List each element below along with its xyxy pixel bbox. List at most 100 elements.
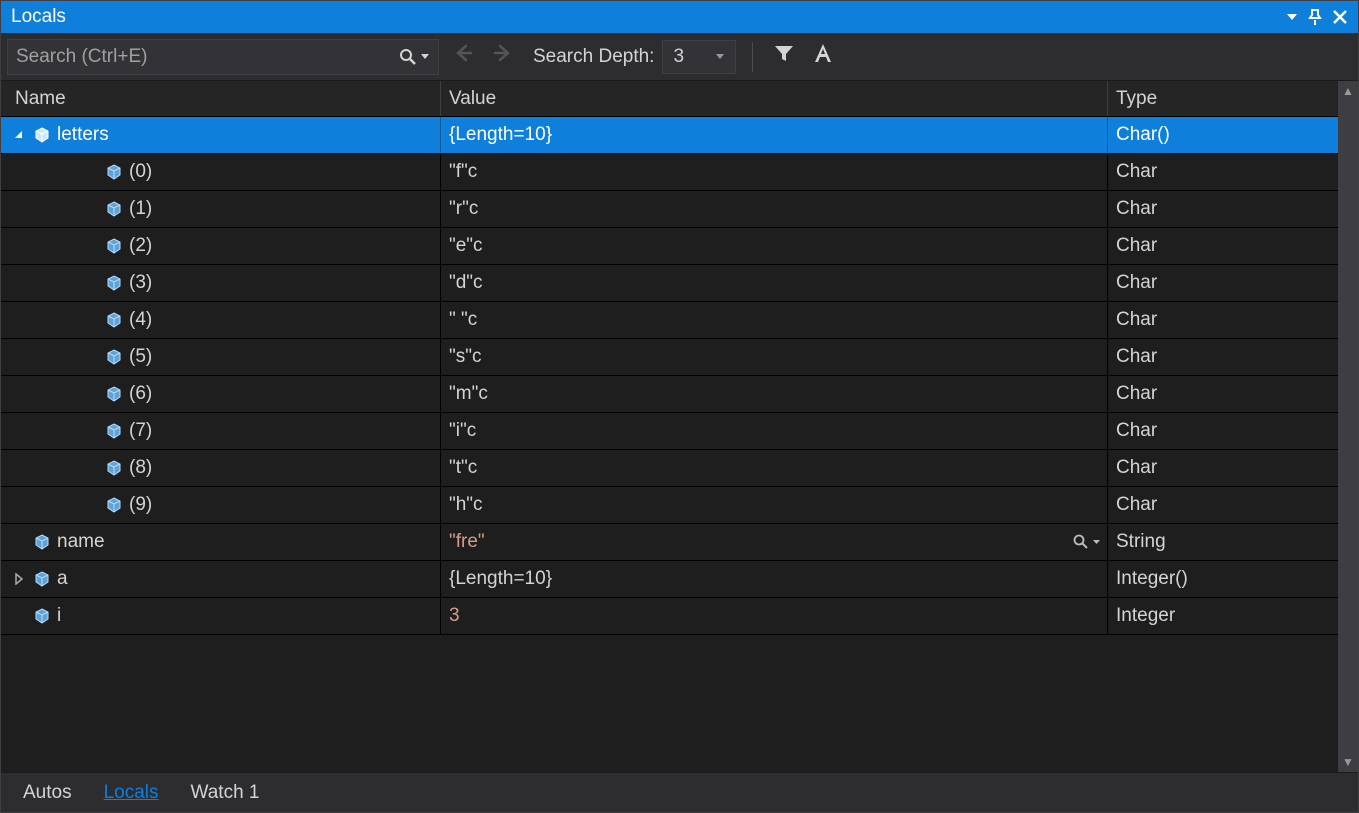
row-value-cell[interactable]: "t"c (441, 450, 1108, 486)
variable-type: Char (1116, 272, 1157, 294)
expander-collapsed-icon[interactable] (11, 571, 27, 587)
toolbar-separator (752, 42, 753, 72)
variable-value: "d"c (449, 272, 483, 294)
row-value-cell[interactable]: "fre" (441, 524, 1108, 560)
visualizer-icon[interactable] (1072, 533, 1101, 551)
table-row[interactable]: (0)"f"c Char (1, 154, 1338, 191)
row-name-cell[interactable]: (8) (1, 450, 441, 486)
row-type-cell: Integer (1108, 598, 1338, 634)
titlebar-controls (1286, 8, 1348, 26)
variable-type: Char (1116, 457, 1157, 479)
variable-value: " "c (449, 309, 477, 331)
row-value-cell[interactable]: "m"c (441, 376, 1108, 412)
tab-watch-1[interactable]: Watch 1 (177, 776, 274, 810)
row-value-cell[interactable]: "h"c (441, 487, 1108, 523)
row-value-cell[interactable]: "d"c (441, 265, 1108, 301)
variable-type: Char (1116, 420, 1157, 442)
row-name-cell[interactable]: letters (1, 117, 441, 153)
scroll-down-icon[interactable]: ▼ (1342, 755, 1354, 769)
row-name-cell[interactable]: (6) (1, 376, 441, 412)
grid-body: letters {Length=10} Char() (0)"f"c Char (1)… (1, 117, 1338, 635)
table-row[interactable]: (6) "m"c Char (1, 376, 1338, 413)
window-position-icon[interactable] (1286, 12, 1298, 22)
variable-value: "m"c (449, 383, 488, 405)
variable-type: Char() (1116, 124, 1170, 146)
variable-icon (105, 459, 123, 477)
row-type-cell: Char (1108, 228, 1338, 264)
variable-name: (5) (129, 346, 152, 368)
search-icon[interactable] (398, 47, 430, 67)
column-header-name[interactable]: Name (1, 81, 441, 116)
row-value-cell[interactable]: "r"c (441, 191, 1108, 227)
search-input[interactable] (16, 46, 398, 68)
table-row[interactable]: name"fre" String (1, 524, 1338, 561)
row-value-cell[interactable]: 3 (441, 598, 1108, 634)
row-type-cell: Char (1108, 376, 1338, 412)
tab-locals[interactable]: Locals (90, 776, 173, 810)
search-prev-icon[interactable] (447, 41, 479, 72)
variable-name: (3) (129, 272, 152, 294)
vertical-scrollbar[interactable]: ▲ ▼ (1338, 81, 1358, 772)
table-row[interactable]: (3) "d"c Char (1, 265, 1338, 302)
row-value-cell[interactable]: {Length=10} (441, 117, 1108, 153)
row-value-cell[interactable]: "f"c (441, 154, 1108, 190)
table-row[interactable]: (5)"s"cChar (1, 339, 1338, 376)
search-depth-select[interactable]: 3 (662, 40, 736, 74)
toolbar: Search Depth: 3 (1, 33, 1358, 81)
search-box[interactable] (7, 39, 439, 75)
variable-icon (105, 348, 123, 366)
table-row[interactable]: (7)"i"c Char (1, 413, 1338, 450)
filter-icon[interactable] (769, 42, 799, 71)
variable-icon (105, 311, 123, 329)
row-name-cell[interactable]: (5) (1, 339, 441, 375)
variable-name: a (57, 568, 68, 590)
table-row[interactable]: (1)"r"cChar (1, 191, 1338, 228)
row-name-cell[interactable]: a (1, 561, 441, 597)
grid-header: Name Value Type (1, 81, 1338, 117)
search-next-icon[interactable] (487, 41, 519, 72)
variable-icon (105, 496, 123, 514)
pin-icon[interactable] (1308, 8, 1322, 26)
row-name-cell[interactable]: (3) (1, 265, 441, 301)
row-name-cell[interactable]: (0) (1, 154, 441, 190)
row-value-cell[interactable]: "s"c (441, 339, 1108, 375)
variable-icon (105, 237, 123, 255)
row-value-cell[interactable]: " "c (441, 302, 1108, 338)
close-icon[interactable] (1332, 9, 1348, 25)
table-row[interactable]: (2) "e"c Char (1, 228, 1338, 265)
table-row[interactable]: a{Length=10}Integer() (1, 561, 1338, 598)
text-format-icon[interactable] (807, 41, 839, 72)
variable-type: Char (1116, 309, 1157, 331)
row-name-cell[interactable]: i (1, 598, 441, 634)
variable-value: "r"c (449, 198, 478, 220)
table-row[interactable]: letters {Length=10} Char() (1, 117, 1338, 154)
table-row[interactable]: (4) " "c Char (1, 302, 1338, 339)
row-value-cell[interactable]: {Length=10} (441, 561, 1108, 597)
table-row[interactable]: i3 Integer (1, 598, 1338, 635)
scroll-up-icon[interactable]: ▲ (1342, 84, 1354, 98)
variable-type: Char (1116, 161, 1157, 183)
variable-name: letters (57, 124, 109, 146)
row-name-cell[interactable]: name (1, 524, 441, 560)
row-name-cell[interactable]: (4) (1, 302, 441, 338)
tab-autos[interactable]: Autos (9, 776, 86, 810)
variable-type: Integer (1116, 605, 1175, 627)
row-name-cell[interactable]: (2) (1, 228, 441, 264)
row-name-cell[interactable]: (7) (1, 413, 441, 449)
variable-icon (33, 126, 51, 144)
expander-expanded-icon[interactable] (11, 127, 27, 143)
table-row[interactable]: (8)"t"c Char (1, 450, 1338, 487)
row-name-cell[interactable]: (1) (1, 191, 441, 227)
variable-icon (105, 385, 123, 403)
variable-value: {Length=10} (449, 568, 552, 590)
row-value-cell[interactable]: "i"c (441, 413, 1108, 449)
variable-icon (105, 274, 123, 292)
row-type-cell: Char (1108, 154, 1338, 190)
table-row[interactable]: (9)"h"cChar (1, 487, 1338, 524)
variable-value: "e"c (449, 235, 483, 257)
variable-icon (33, 607, 51, 625)
column-header-type[interactable]: Type (1108, 81, 1338, 116)
row-value-cell[interactable]: "e"c (441, 228, 1108, 264)
row-name-cell[interactable]: (9) (1, 487, 441, 523)
column-header-value[interactable]: Value (441, 81, 1108, 116)
